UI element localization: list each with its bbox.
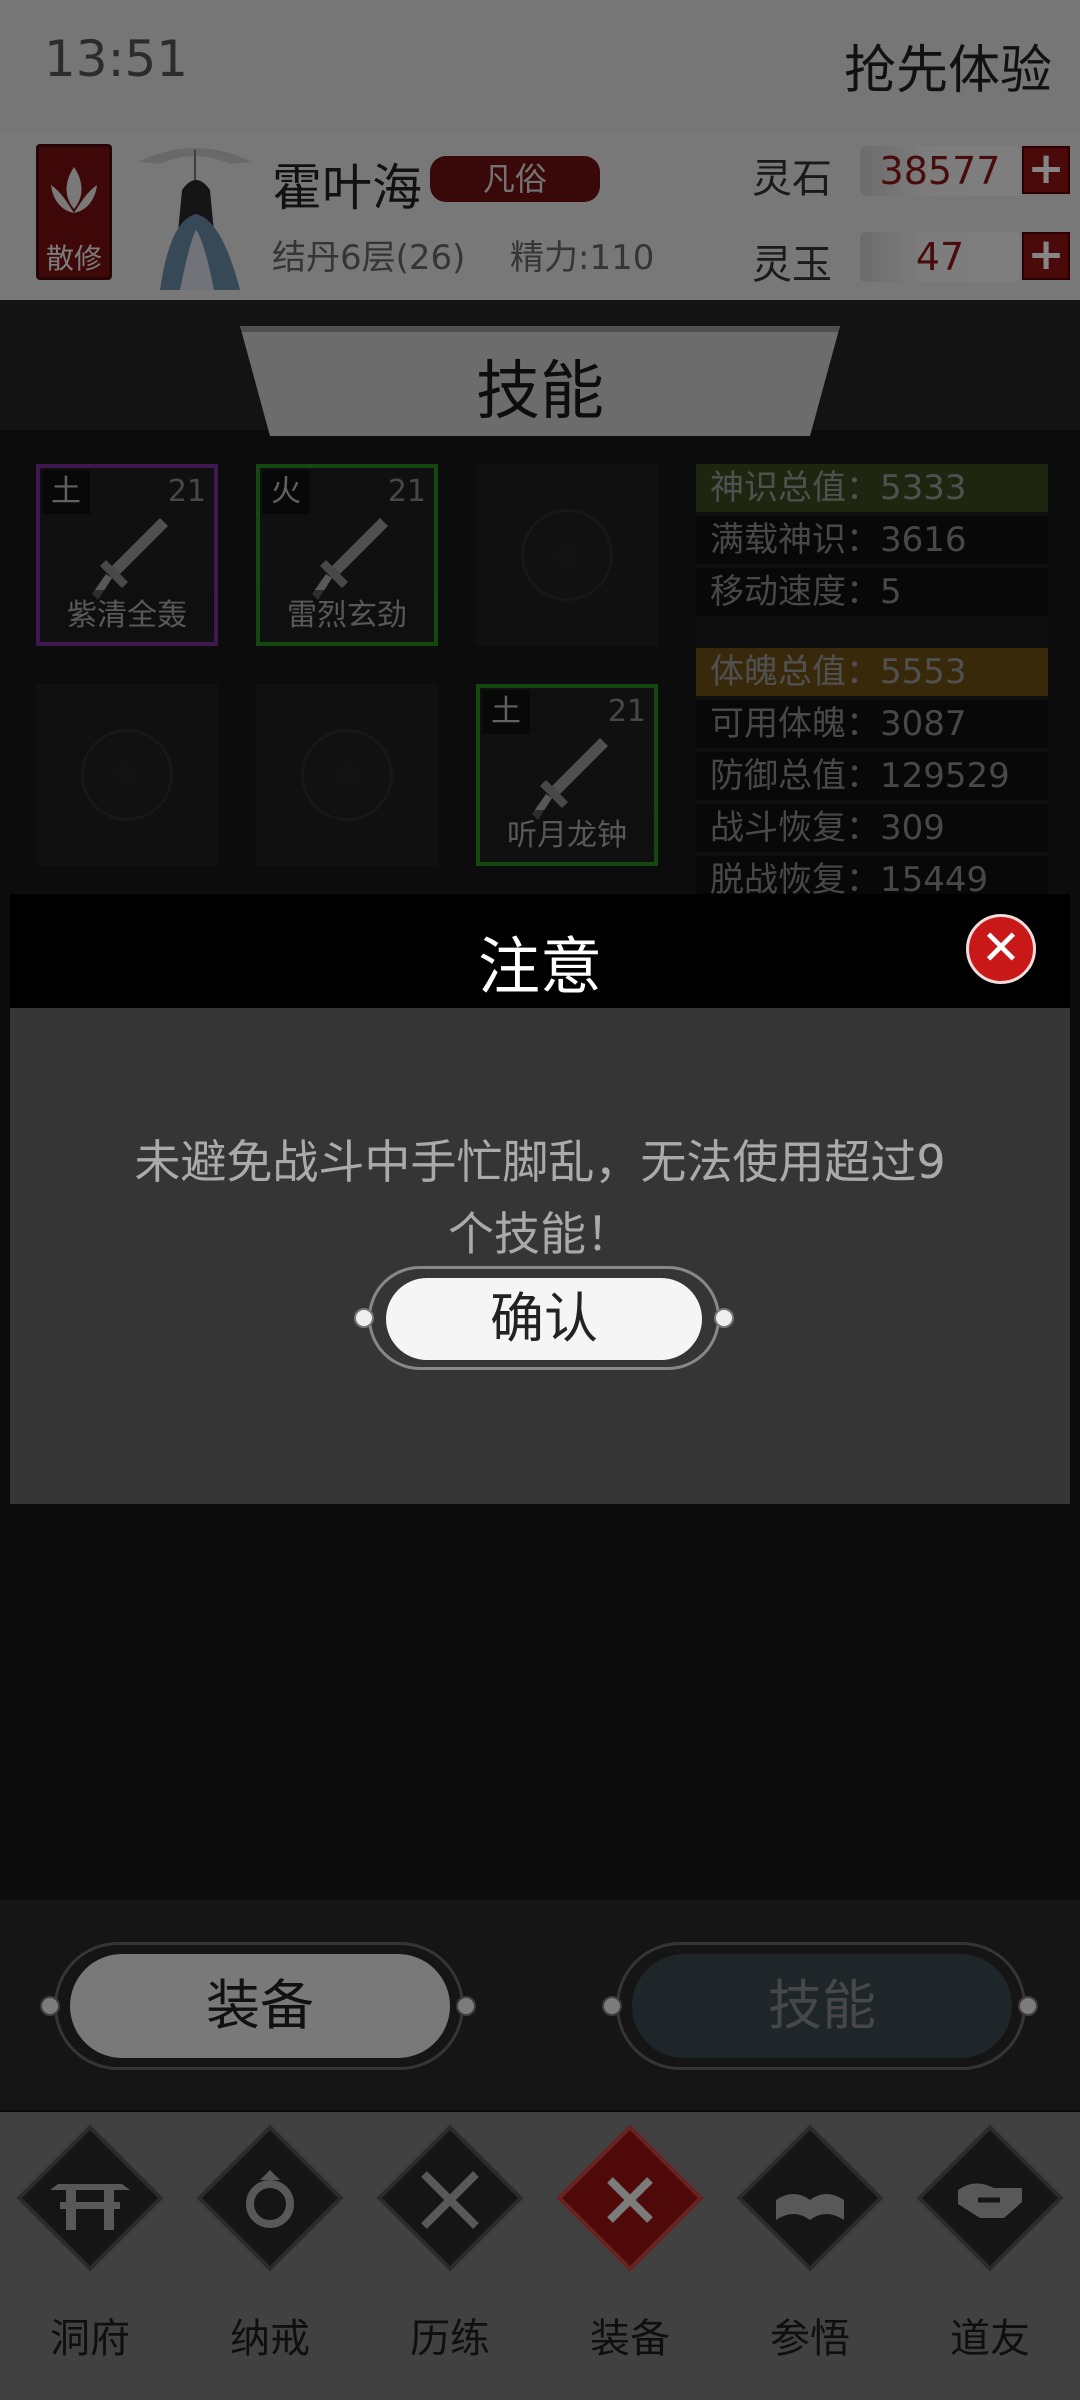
confirm-button[interactable]: 确认 <box>386 1278 702 1360</box>
dialog-message-line-2: 个技能！ <box>448 1207 632 1261</box>
dialog-title: 注意 <box>477 930 602 1003</box>
dialog-message-line-1: 未避免战斗中手忙脚乱，无法使用超过9 <box>134 1135 946 1189</box>
button-dot <box>714 1308 734 1328</box>
button-dot <box>354 1308 374 1328</box>
close-icon[interactable]: ✕ <box>966 914 1036 984</box>
dialog-message: 未避免战斗中手忙脚乱，无法使用超过9 个技能！ <box>110 1126 970 1270</box>
notice-dialog: 注意 ✕ 未避免战斗中手忙脚乱，无法使用超过9 个技能！ 确认 <box>10 894 1070 1504</box>
